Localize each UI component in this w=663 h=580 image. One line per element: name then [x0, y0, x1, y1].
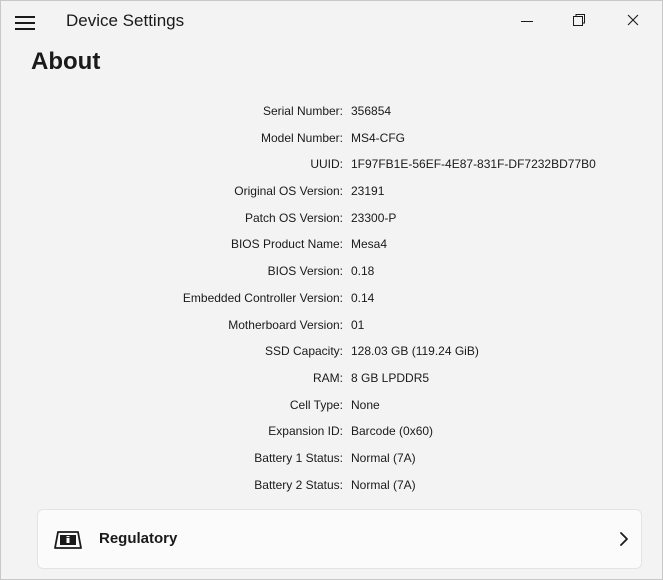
- device-settings-window: Device Settings About Serial Number: 356…: [0, 0, 663, 580]
- info-value: MS4-CFG: [351, 130, 405, 145]
- info-value: 01: [351, 317, 365, 332]
- info-label: RAM:: [313, 370, 343, 385]
- info-value: 1F97FB1E-56EF-4E87-831F-DF7232BD77B0: [351, 157, 596, 172]
- info-value: Normal (7A): [351, 450, 416, 465]
- info-value: None: [351, 397, 380, 412]
- info-label: Expansion ID:: [268, 424, 343, 439]
- page-title: About: [31, 48, 101, 75]
- info-row-cell-type: Cell Type: None: [1, 392, 662, 419]
- regulatory-card[interactable]: Regulatory: [37, 509, 642, 569]
- info-label: Serial Number:: [262, 104, 343, 118]
- info-value: 0.18: [351, 264, 375, 279]
- info-label: Embedded Controller Version:: [182, 290, 343, 305]
- info-row-expansion-id: Expansion ID: Barcode (0x60): [1, 418, 662, 445]
- info-value: 23191: [351, 184, 385, 199]
- title-bar: Device Settings: [1, 1, 662, 43]
- close-button[interactable]: [610, 1, 656, 39]
- info-value: Normal (7A): [351, 477, 416, 492]
- close-icon: [627, 14, 639, 26]
- info-label: Battery 1 Status:: [254, 450, 343, 465]
- info-row-bios-product-name: BIOS Product Name: Mesa4: [1, 231, 662, 258]
- info-value: 356854: [351, 104, 392, 118]
- info-label: Battery 2 Status:: [254, 477, 343, 492]
- info-label: Patch OS Version:: [244, 210, 343, 225]
- info-label: Motherboard Version:: [228, 317, 343, 332]
- info-label: Cell Type:: [289, 397, 343, 412]
- info-label: BIOS Version:: [267, 264, 343, 279]
- info-label: Original OS Version:: [234, 184, 343, 199]
- app-title: Device Settings: [66, 11, 185, 30]
- minimize-button[interactable]: [504, 1, 550, 39]
- device-info-list: Serial Number: 356854 Model Number: MS4-…: [1, 98, 662, 498]
- info-row-motherboard-version: Motherboard Version: 01: [1, 312, 662, 339]
- regulatory-device-icon: [54, 531, 82, 549]
- info-label: SSD Capacity:: [264, 344, 343, 359]
- info-row-bios-version: BIOS Version: 0.18: [1, 258, 662, 285]
- restore-icon: [573, 14, 585, 26]
- info-value: 23300-P: [351, 210, 397, 225]
- info-value: 128.03 GB (119.24 GiB): [351, 344, 479, 359]
- info-row-embedded-controller-version: Embedded Controller Version: 0.14: [1, 285, 662, 312]
- chevron-right-icon: [620, 532, 628, 546]
- info-row-model-number: Model Number: MS4-CFG: [1, 125, 662, 152]
- minimize-icon: [521, 20, 533, 22]
- info-row-battery-2-status: Battery 2 Status: Normal (7A): [1, 472, 662, 499]
- info-label: UUID:: [310, 157, 343, 172]
- info-value: Mesa4: [351, 237, 388, 252]
- info-value: Barcode (0x60): [351, 424, 434, 439]
- info-row-ram: RAM: 8 GB LPDDR5: [1, 365, 662, 392]
- info-row-battery-1-status: Battery 1 Status: Normal (7A): [1, 445, 662, 472]
- info-row-serial-number: Serial Number: 356854: [1, 98, 662, 125]
- info-value: 0.14: [351, 290, 375, 305]
- info-row-uuid: UUID: 1F97FB1E-56EF-4E87-831F-DF7232BD77…: [1, 151, 662, 178]
- hamburger-menu-icon[interactable]: [15, 13, 37, 31]
- info-row-ssd-capacity: SSD Capacity: 128.03 GB (119.24 GiB): [1, 338, 662, 365]
- info-value: 8 GB LPDDR5: [351, 370, 430, 385]
- info-row-patch-os-version: Patch OS Version: 23300-P: [1, 205, 662, 232]
- info-row-original-os-version: Original OS Version: 23191: [1, 178, 662, 205]
- maximize-button[interactable]: [556, 1, 602, 39]
- regulatory-label: Regulatory: [99, 530, 178, 547]
- info-label: Model Number:: [260, 130, 343, 145]
- info-label: BIOS Product Name:: [230, 237, 343, 252]
